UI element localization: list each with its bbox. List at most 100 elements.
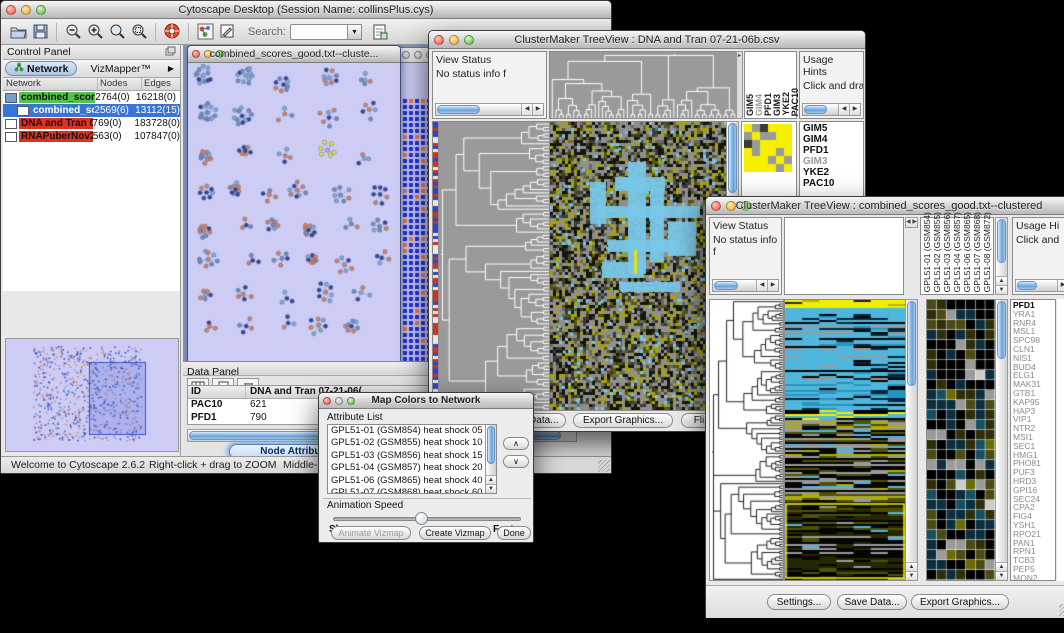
network-row[interactable]: DNA and Tran 07769(0)183728(0) bbox=[3, 117, 180, 130]
node-count: 2764(0) bbox=[95, 92, 136, 103]
zoom-selected-icon[interactable] bbox=[128, 22, 150, 42]
tv2-right-filler bbox=[1057, 299, 1064, 581]
treeview2-window: ClusterMaker TreeView : combined_scores_… bbox=[705, 196, 1064, 618]
zoom-in-icon[interactable] bbox=[84, 22, 106, 42]
tv2-usage-hscrollbar[interactable]: ▶ bbox=[1015, 279, 1064, 292]
tv1-usage-hscrollbar[interactable]: ◀▶ bbox=[802, 103, 861, 116]
network-name: DNA and Tran 07 bbox=[19, 118, 93, 129]
resize-grip[interactable] bbox=[1059, 604, 1064, 616]
tv2-col-scroll-arrows[interactable]: ◀ ▶ bbox=[905, 217, 918, 228]
usage-hints-text: Click and bbox=[1013, 234, 1064, 248]
network-view-titlebar[interactable]: combined_scores_good.txt--cluste... bbox=[188, 46, 400, 63]
attribute-item[interactable]: GPL51-04 (GSM857) heat shock 20 min bbox=[328, 462, 485, 474]
help-lifesaver-icon[interactable] bbox=[161, 22, 183, 42]
annotation-icon[interactable] bbox=[216, 22, 238, 42]
tv1-status-hscrollbar[interactable]: ◀▶ bbox=[435, 103, 544, 116]
node-count: 769(0) bbox=[93, 118, 135, 129]
node-count: 2569(6) bbox=[94, 105, 135, 116]
export-graphics-button[interactable]: Export Graphics... bbox=[911, 594, 1009, 610]
tv2-column-labels[interactable]: GPL51-01 (GSM854)GPL51-02 (GSM855)GPL51-… bbox=[920, 217, 994, 295]
save-data-button[interactable]: Save Data... bbox=[837, 594, 907, 610]
view-status-title: View Status bbox=[710, 218, 781, 234]
network-overview-panel[interactable] bbox=[5, 338, 179, 452]
save-icon[interactable] bbox=[29, 22, 51, 42]
attribute-list-vscrollbar[interactable]: ▲ ▼ bbox=[485, 425, 496, 493]
gene-label[interactable]: MON2 bbox=[1011, 574, 1055, 581]
network-row[interactable]: RNAPuberNov2+563(0)107847(0) bbox=[3, 130, 180, 143]
map-colors-dialog: Map Colors to Network Attribute List GPL… bbox=[318, 392, 534, 543]
export-graphics-button[interactable]: Export Graphics... bbox=[573, 413, 673, 428]
search-input[interactable] bbox=[290, 24, 348, 40]
gene-label[interactable]: GIM4 bbox=[800, 134, 863, 145]
tv2-row-dendrogram[interactable] bbox=[709, 299, 784, 581]
create-vizmap-button[interactable]: Create Vizmap bbox=[419, 526, 491, 540]
slider-thumb[interactable] bbox=[415, 512, 428, 525]
move-down-button[interactable]: ∨ bbox=[503, 455, 529, 468]
overview-canvas bbox=[7, 340, 177, 450]
zoom-fit-icon[interactable] bbox=[106, 22, 128, 42]
tv1-heatmap[interactable] bbox=[549, 121, 727, 411]
attribute-item[interactable]: GPL51-06 (GSM865) heat shock 40 min bbox=[328, 475, 485, 487]
gene-label[interactable]: GIM3 bbox=[800, 156, 863, 167]
tv1-column-dendrogram[interactable] bbox=[549, 51, 737, 119]
usage-hints-text: Click and drag tc bbox=[800, 80, 863, 94]
tab-overflow-icon[interactable]: ▶ bbox=[164, 64, 178, 73]
treeview1-title: ClusterMaker TreeView : DNA and Tran 07-… bbox=[429, 34, 865, 46]
float-panel-icon[interactable] bbox=[165, 43, 176, 61]
tv1-column-labels[interactable]: GIM5GIM4PFD1GIM3YKE2PAC10 bbox=[744, 51, 797, 119]
minimize-icon[interactable] bbox=[414, 51, 422, 59]
file-icon bbox=[5, 132, 17, 142]
gene-label[interactable]: PAC10 bbox=[800, 178, 863, 189]
network-row[interactable]: combined_sco2569(6)13112(15) bbox=[3, 104, 180, 117]
network-row[interactable]: combined_scores2764(0)16218(0) bbox=[3, 91, 180, 104]
tv2-column-dendrogram[interactable] bbox=[784, 217, 904, 295]
treeview1-titlebar[interactable]: ClusterMaker TreeView : DNA and Tran 07-… bbox=[429, 31, 865, 49]
vizmapper-icon[interactable] bbox=[194, 22, 216, 42]
open-file-icon[interactable] bbox=[7, 22, 29, 42]
resize-grip[interactable] bbox=[598, 460, 610, 472]
search-dropdown-icon[interactable]: ▼ bbox=[348, 24, 362, 40]
view-status-title: View Status bbox=[433, 52, 546, 68]
tv2-view-status-panel: View Status No status info f ◀▶ bbox=[709, 217, 782, 295]
tv1-row-dendrogram[interactable] bbox=[438, 121, 550, 411]
network-table-body[interactable]: combined_scores2764(0)16218(0)combined_s… bbox=[3, 91, 180, 291]
attribute-list[interactable]: GPL51-01 (GSM854) heat shock 05 minGPL51… bbox=[327, 424, 497, 494]
tv2-heatmap[interactable] bbox=[784, 299, 906, 581]
gene-label[interactable]: YKE2 bbox=[800, 167, 863, 178]
tv2-zoom-vscrollbar[interactable]: ▲ ▼ bbox=[995, 299, 1008, 581]
tv2-zoom-heatmap[interactable] bbox=[926, 299, 996, 581]
treeview2-titlebar[interactable]: ClusterMaker TreeView : combined_scores_… bbox=[706, 197, 1064, 215]
done-button[interactable]: Done bbox=[497, 526, 531, 540]
control-panel-title: Control Panel bbox=[3, 46, 71, 58]
status-pan-hint: Middle- bbox=[283, 459, 317, 471]
view-status-text: No status info f bbox=[433, 68, 546, 82]
attribute-item[interactable]: GPL51-02 (GSM855) heat shock 10 min bbox=[328, 437, 485, 449]
close-icon[interactable] bbox=[402, 51, 410, 59]
import-table-icon[interactable] bbox=[370, 22, 392, 42]
attribute-item[interactable]: GPL51-07 (GSM868) heat shock 60 min bbox=[328, 487, 485, 494]
toolbar-separator bbox=[155, 23, 156, 41]
move-up-button[interactable]: ∧ bbox=[503, 437, 529, 450]
tv2-gene-list[interactable]: PFD1YRA1RNR4MSL1SPC98CLN1NIS1BUD4ELG1MAK… bbox=[1010, 299, 1056, 581]
tv2-status-hscrollbar[interactable]: ◀▶ bbox=[712, 279, 779, 292]
animate-vizmap-button[interactable]: Animate Vizmap bbox=[331, 526, 411, 540]
column-label: GPL51-02 (GSM855) bbox=[932, 212, 942, 292]
gene-label[interactable]: GIM5 bbox=[800, 123, 863, 134]
main-titlebar[interactable]: Cytoscape Desktop (Session Name: collins… bbox=[1, 1, 611, 19]
tv1-col-scroll-arrows[interactable]: ▸ bbox=[736, 51, 743, 119]
gene-label[interactable]: PFD1 bbox=[800, 145, 863, 156]
tv2-collabel-vscrollbar[interactable]: ▲ ▼ bbox=[995, 217, 1008, 295]
attribute-item[interactable]: GPL51-01 (GSM854) heat shock 05 min bbox=[328, 425, 485, 437]
tab-network[interactable]: Network bbox=[5, 61, 77, 76]
tv2-heatmap-vscrollbar[interactable]: ▲ ▼ bbox=[905, 299, 918, 581]
zoom-out-icon[interactable] bbox=[62, 22, 84, 42]
attribute-item[interactable]: GPL51-03 (GSM856) heat shock 15 min bbox=[328, 450, 485, 462]
network-canvas[interactable] bbox=[189, 64, 399, 362]
settings-button[interactable]: Settings... bbox=[767, 594, 831, 610]
edge-count: 183728(0) bbox=[134, 118, 180, 129]
dialog-titlebar[interactable]: Map Colors to Network bbox=[319, 393, 533, 409]
tab-vizmapper[interactable]: VizMapper™ bbox=[77, 63, 164, 75]
search-label: Search: bbox=[248, 26, 286, 38]
folder-icon bbox=[5, 93, 17, 103]
scroll-right-icon: ▶ bbox=[849, 104, 860, 115]
